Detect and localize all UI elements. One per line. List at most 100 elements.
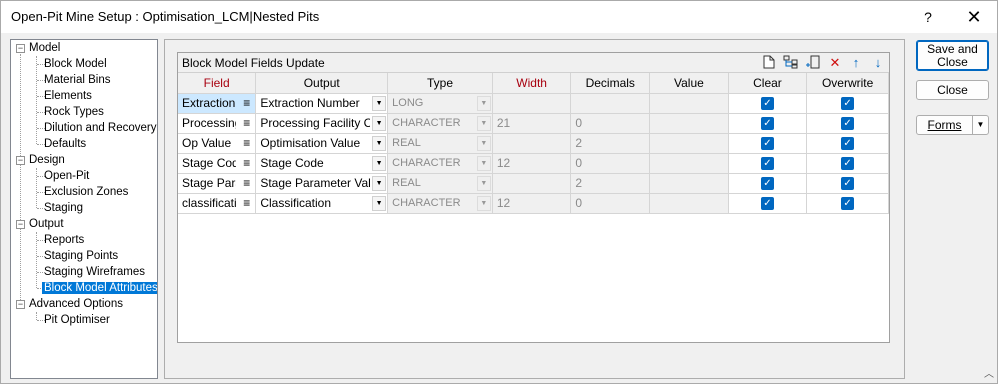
overwrite-checkbox[interactable]: ✓ (841, 197, 855, 211)
column-header-clear[interactable]: Clear (728, 73, 808, 94)
dropdown-arrow-icon: ▼ (476, 155, 491, 171)
type-cell: REAL ▼ (387, 133, 493, 154)
tree-item-elements[interactable]: Elements (44, 88, 92, 104)
table-row[interactable]: Extraction ≡ Extraction Number ▼ LONG ▼ ✓ ✓ (178, 93, 889, 114)
tree-group-model[interactable]: Model (29, 40, 60, 56)
type-value: CHARACTER (392, 197, 461, 209)
clear-checkbox[interactable]: ✓ (760, 197, 774, 211)
table-row[interactable]: Op Value ≡ Optimisation Value ▼ REAL ▼ 2 ✓ ✓ (178, 133, 889, 154)
overwrite-checkbox[interactable]: ✓ (841, 97, 855, 111)
tree-item-label: Reports (44, 234, 85, 246)
output-cell[interactable]: Classification ▼ (255, 193, 389, 214)
collapse-advanced-options-icon[interactable]: − (16, 300, 25, 309)
move-up-icon[interactable]: ↑ (847, 55, 865, 71)
move-down-icon[interactable]: ↓ (869, 55, 887, 71)
overwrite-cell: ✓ (806, 133, 889, 154)
clear-checkbox[interactable]: ✓ (760, 177, 774, 191)
tree-item-reports[interactable]: Reports (44, 232, 84, 248)
decimals-cell (570, 93, 651, 114)
dropdown-arrow-icon[interactable]: ▼ (372, 135, 387, 151)
tree-item-dilution-recovery[interactable]: Dilution and Recovery (44, 120, 157, 136)
tree-item-rock-types[interactable]: Rock Types (44, 104, 104, 120)
tree-item-block-model[interactable]: Block Model (44, 56, 107, 72)
tree-group-label: Model (29, 42, 61, 54)
field-name: Extraction (182, 96, 236, 111)
dropdown-arrow-icon[interactable]: ▼ (372, 175, 387, 191)
forms-button[interactable]: Forms ▼ (916, 115, 989, 135)
collapse-design-icon[interactable]: − (16, 156, 25, 165)
resize-grip-icon[interactable]: ︿ (984, 365, 994, 380)
tree-item-label: Dilution and Recovery (44, 122, 157, 134)
clear-checkbox[interactable]: ✓ (760, 137, 774, 151)
tree-item-open-pit[interactable]: Open-Pit (44, 168, 89, 184)
dropdown-arrow-icon[interactable]: ▼ (372, 95, 387, 111)
tree-item-material-bins[interactable]: Material Bins (44, 72, 110, 88)
insert-row-icon[interactable] (804, 55, 822, 71)
clear-checkbox[interactable]: ✓ (760, 117, 774, 131)
overwrite-checkbox[interactable]: ✓ (841, 117, 855, 131)
navigation-tree[interactable]: − Model Block Model Material Bins Elemen… (10, 39, 158, 379)
column-header-decimals[interactable]: Decimals (570, 73, 651, 94)
column-header-value[interactable]: Value (649, 73, 729, 94)
tree-item-pit-optimiser[interactable]: Pit Optimiser (44, 312, 110, 328)
overwrite-checkbox[interactable]: ✓ (841, 137, 855, 151)
field-menu-icon[interactable]: ≡ (243, 116, 250, 130)
tree-item-staging[interactable]: Staging (44, 200, 83, 216)
column-header-width[interactable]: Width (492, 73, 572, 94)
dropdown-arrow-icon[interactable]: ▼ (372, 195, 387, 211)
clear-checkbox[interactable]: ✓ (760, 97, 774, 111)
overwrite-checkbox[interactable]: ✓ (841, 177, 855, 191)
output-cell[interactable]: Processing Facility Costs▼ (255, 113, 389, 134)
field-cell[interactable]: Op Value ≡ (178, 133, 257, 154)
field-cell[interactable]: Stage Code ≡ (178, 153, 257, 174)
collapse-output-icon[interactable]: − (16, 220, 25, 229)
field-cell[interactable]: Processing ≡ (178, 113, 257, 134)
forms-label: Forms (927, 118, 962, 132)
new-document-icon[interactable] (760, 55, 778, 71)
tree-item-exclusion-zones[interactable]: Exclusion Zones (44, 184, 128, 200)
table-row[interactable]: classification ≡ Classification ▼ CHARACTER ▼… (178, 193, 889, 214)
table-row[interactable]: Stage Code≡Stage Code▼CHARACTER▼120✓✓ (178, 153, 889, 174)
help-button[interactable]: ? (905, 1, 951, 33)
close-button[interactable]: Close (916, 80, 989, 100)
field-menu-icon[interactable]: ≡ (243, 136, 250, 150)
tree-group-advanced-options[interactable]: Advanced Options (29, 296, 123, 312)
decimals-cell: 0 (570, 113, 651, 134)
tree-group-output[interactable]: Output (29, 216, 64, 232)
table-row[interactable]: Stage Parameter≡Stage Parameter Value▼RE… (178, 173, 889, 194)
output-cell[interactable]: Stage Parameter Value▼ (255, 173, 389, 194)
delete-icon[interactable]: ✕ (826, 55, 844, 71)
tree-item-defaults[interactable]: Defaults (44, 136, 86, 152)
dropdown-arrow-icon[interactable]: ▼ (372, 115, 387, 131)
chevron-down-icon[interactable]: ▼ (972, 116, 988, 134)
tree-item-block-model-attributes[interactable]: Block Model Attributes (42, 280, 157, 296)
field-menu-icon[interactable]: ≡ (243, 196, 250, 210)
insert-tree-icon[interactable] (782, 55, 800, 71)
clear-checkbox[interactable]: ✓ (760, 157, 774, 171)
column-header-overwrite[interactable]: Overwrite (806, 73, 889, 94)
output-cell[interactable]: Optimisation Value ▼ (255, 133, 389, 154)
column-header-field[interactable]: Field (178, 73, 257, 94)
tree-group-design[interactable]: Design (29, 152, 65, 168)
save-and-close-button[interactable]: Save and Close (916, 40, 989, 71)
close-window-button[interactable]: ✕ (951, 1, 997, 33)
output-cell[interactable]: Extraction Number ▼ (255, 93, 389, 114)
field-menu-icon[interactable]: ≡ (243, 176, 250, 190)
collapse-model-icon[interactable]: − (16, 44, 25, 53)
content-panel: Block Model Fields Update ✕ ↑ ↓ Field Ou… (164, 39, 905, 379)
field-menu-icon[interactable]: ≡ (243, 96, 250, 110)
tree-item-staging-wireframes[interactable]: Staging Wireframes (44, 264, 145, 280)
decimals-cell: 2 (570, 133, 651, 154)
value-cell (649, 113, 729, 134)
output-cell[interactable]: Stage Code ▼ (255, 153, 389, 174)
column-header-type[interactable]: Type (387, 73, 493, 94)
field-cell[interactable]: Stage Parameter ≡ (178, 173, 257, 194)
overwrite-checkbox[interactable]: ✓ (841, 157, 855, 171)
column-header-output[interactable]: Output (255, 73, 389, 94)
field-menu-icon[interactable]: ≡ (243, 156, 250, 170)
field-cell[interactable]: classification ≡ (178, 193, 257, 214)
field-cell[interactable]: Extraction ≡ (178, 93, 257, 114)
table-row[interactable]: Processing≡Processing Facility Costs▼CHA… (178, 113, 889, 134)
tree-item-staging-points[interactable]: Staging Points (44, 248, 118, 264)
dropdown-arrow-icon[interactable]: ▼ (372, 155, 387, 171)
